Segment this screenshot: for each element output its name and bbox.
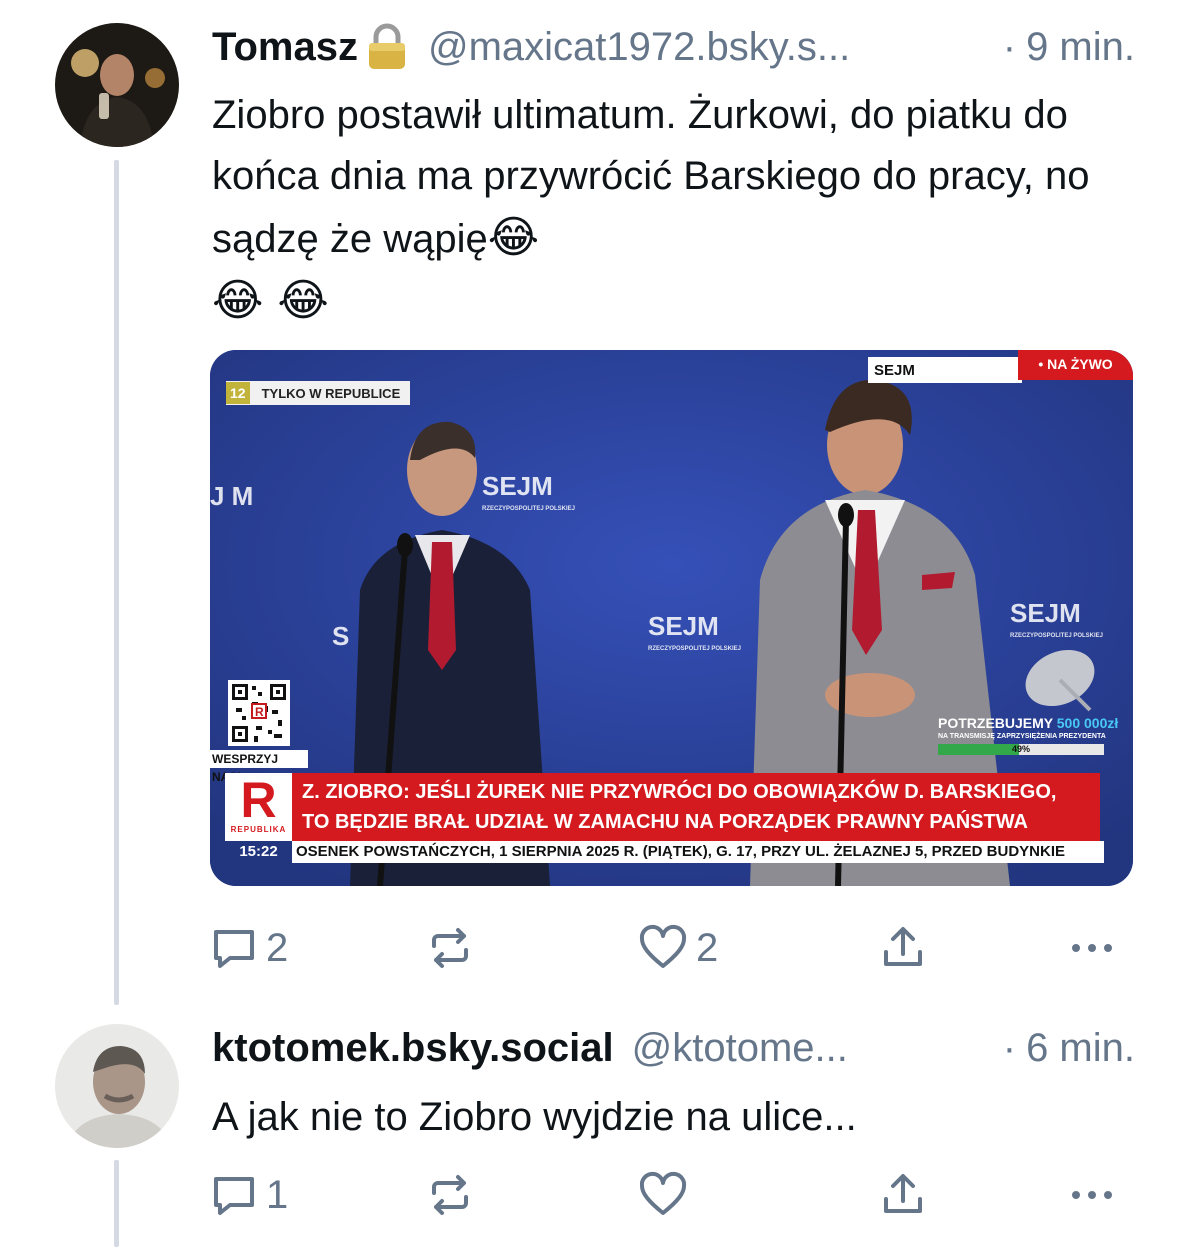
channel-corner-label: 12 TYLKO W REPUBLICE: [226, 381, 411, 405]
qr-caption: WESPRZYJ NAS!: [210, 750, 308, 784]
more-icon: [1072, 1191, 1112, 1199]
more-options-button[interactable]: [1068, 918, 1116, 978]
post-timestamp[interactable]: 9 min.: [1026, 25, 1135, 70]
thread-line: [114, 160, 119, 1005]
location-label: SEJM: [868, 357, 1022, 383]
post-header: ktotomek.bsky.social @ktotome... · 6 min…: [212, 1020, 1135, 1076]
lock-icon: [364, 23, 410, 71]
reply-count: 2: [266, 925, 289, 970]
channel-number: 12: [226, 382, 250, 404]
reply-icon: [214, 930, 254, 968]
donation-amount: 500 000zł: [1056, 715, 1119, 731]
like-button[interactable]: 2: [638, 918, 718, 978]
svg-text:SEJM: SEJM: [1010, 598, 1081, 628]
donation-progress-label: 49%: [1011, 744, 1030, 754]
separator-dot: ·: [1002, 1025, 1017, 1070]
author-name[interactable]: Tomasz: [212, 25, 358, 70]
repost-button[interactable]: [426, 1165, 474, 1225]
post-actions: 2 2: [210, 918, 1120, 978]
post-timestamp[interactable]: 6 min.: [1026, 1026, 1135, 1071]
like-button[interactable]: [638, 1165, 688, 1225]
avatar-photo: [55, 23, 179, 147]
avatar[interactable]: [55, 1024, 179, 1148]
laughing-emoji-icon: 😂: [487, 212, 540, 263]
repost-icon: [432, 1175, 468, 1215]
avatar-photo: [55, 1024, 179, 1148]
heart-icon: [639, 924, 687, 968]
separator-dot: ·: [1002, 24, 1017, 69]
share-icon: [884, 927, 922, 966]
laughing-emoji-icons: 😂 😂: [212, 275, 329, 326]
author-handle[interactable]: @ktotome...: [632, 1026, 848, 1071]
repost-icon: [432, 928, 468, 968]
post-image[interactable]: SEJM RZECZYPOSPOLITEJ POLSKIEJ SEJM RZEC…: [210, 350, 1133, 886]
more-options-button[interactable]: [1068, 1165, 1116, 1225]
headline-line-1: Z. ZIOBRO: JEŚLI ŻUREK NIE PRZYWRÓCI DO …: [302, 781, 1057, 803]
channel-logo-letter: R: [240, 772, 277, 828]
repost-button[interactable]: [426, 918, 474, 978]
more-icon: [1072, 944, 1112, 952]
author-name[interactable]: ktotomek.bsky.social: [212, 1026, 614, 1071]
share-button[interactable]: [880, 918, 926, 978]
share-button[interactable]: [880, 1165, 926, 1225]
channel-name: REPUBLIKA: [230, 825, 287, 834]
headline-line-2: TO BĘDZIE BRAŁ UDZIAŁ W ZAMACHU NA PORZĄ…: [302, 811, 1028, 833]
lower-third-headline: Z. ZIOBRO: JEŚLI ŻUREK NIE PRZYWRÓCI DO …: [292, 773, 1100, 841]
channel-logo: R REPUBLIKA: [225, 773, 292, 841]
post-text-body: A jak nie to Ziobro wyjdzie na ulice...: [212, 1095, 857, 1139]
post-text: Ziobro postawił ultimatum. Żurkowi, do p…: [212, 85, 1132, 333]
live-badge: • NA ŻYWO: [1018, 350, 1133, 380]
svg-text:J M: J M: [210, 481, 253, 511]
svg-text:RZECZYPOSPOLITEJ POLSKIEJ: RZECZYPOSPOLITEJ POLSKIEJ: [1010, 633, 1103, 639]
exclusive-label: TYLKO W REPUBLICE: [261, 385, 401, 401]
news-ticker: OSENEK POWSTAŃCZYCH, 1 SIERPNIA 2025 R. …: [292, 841, 1104, 863]
author-handle[interactable]: @maxicat1972.bsky.s...: [428, 25, 850, 70]
post-2[interactable]: ktotomek.bsky.social @ktotome... · 6 min…: [0, 1000, 1179, 1247]
svg-text:RZECZYPOSPOLITEJ POLSKIEJ: RZECZYPOSPOLITEJ POLSKIEJ: [482, 506, 575, 512]
donation-sub: NA TRANSMISJĘ ZAPRZYSIĘŻENIA PREZYDENTA: [938, 733, 1106, 740]
donation-progress-bar: 49%: [938, 744, 1104, 755]
avatar[interactable]: [55, 23, 179, 147]
donation-box: POTRZEBUJEMY 500 000zł NA TRANSMISJĘ ZAP…: [938, 715, 1118, 755]
reply-button[interactable]: 2: [210, 918, 288, 978]
post-header: Tomasz @maxicat1972.bsky.s... · 9 min.: [212, 19, 1135, 75]
svg-text:S: S: [332, 621, 349, 651]
post-1[interactable]: Tomasz @maxicat1972.bsky.s... · 9 min. Z…: [0, 0, 1179, 1005]
share-icon: [884, 1174, 922, 1213]
post-text: A jak nie to Ziobro wyjdzie na ulice...: [212, 1087, 1132, 1148]
thread-line: [114, 1160, 119, 1247]
donation-headline: POTRZEBUJEMY: [938, 715, 1053, 731]
reply-button[interactable]: 1: [210, 1165, 288, 1225]
reply-icon: [214, 1177, 254, 1215]
backdrop-logo: SEJM: [482, 471, 553, 501]
qr-code: R: [228, 680, 290, 746]
clock: 15:22: [225, 841, 292, 863]
post-text-body: Ziobro postawił ultimatum. Żurkowi, do p…: [212, 93, 1090, 261]
reply-count: 1: [266, 1172, 289, 1217]
svg-text:SEJM: SEJM: [648, 611, 719, 641]
like-count: 2: [696, 925, 719, 970]
svg-text:RZECZYPOSPOLITEJ POLSKIEJ: RZECZYPOSPOLITEJ POLSKIEJ: [648, 646, 741, 652]
post-actions: 1: [210, 1165, 1120, 1225]
svg-text:R: R: [255, 705, 264, 719]
heart-icon: [639, 1171, 687, 1215]
